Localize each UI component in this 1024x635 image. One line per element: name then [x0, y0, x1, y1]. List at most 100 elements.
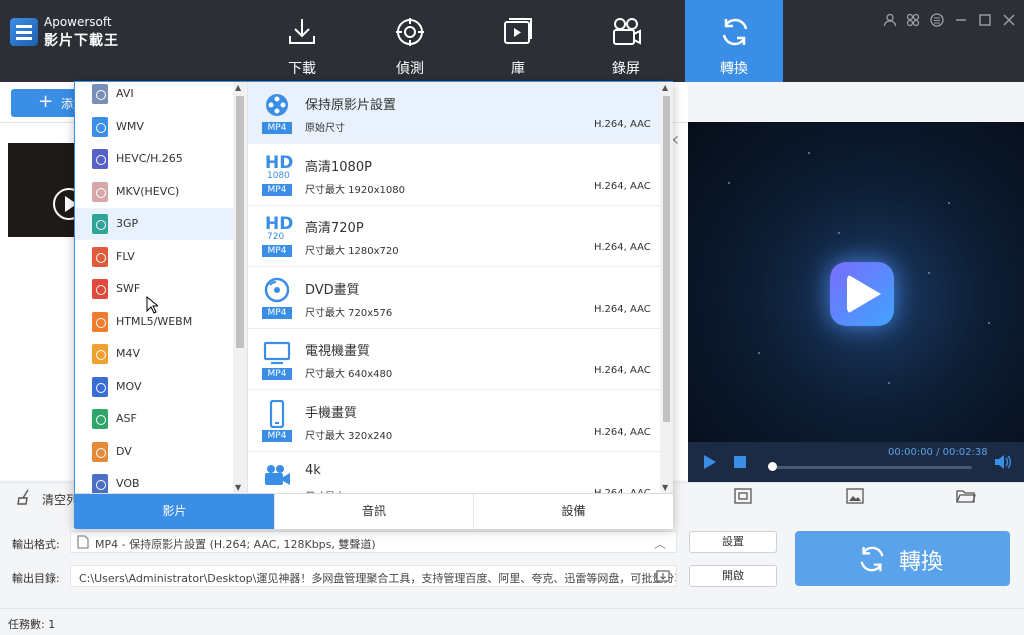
format-item[interactable]: FLV — [75, 241, 233, 273]
format-label: VOB — [116, 477, 140, 490]
maximize-icon[interactable] — [978, 13, 992, 31]
menu-icon[interactable] — [930, 13, 944, 31]
format-item[interactable]: AVI — [75, 82, 233, 110]
preview-tools — [688, 482, 1024, 512]
format-item[interactable]: VOB — [75, 468, 233, 493]
preset-size: 尺寸最大 1920x1080 — [305, 184, 405, 196]
mp4-badge: MP4 — [262, 183, 292, 196]
brand-name: Apowersoft — [44, 15, 112, 29]
mp4-badge: MP4 — [262, 429, 292, 442]
format-item[interactable]: HEVC/H.265 — [75, 143, 233, 175]
seek-bar[interactable] — [770, 466, 972, 469]
broom-icon[interactable] — [16, 489, 34, 508]
seek-handle[interactable] — [768, 462, 777, 471]
hd-resolution: 1080 — [267, 170, 290, 181]
format-file-icon — [92, 376, 108, 397]
preset-codec: H.264, AAC — [594, 180, 651, 192]
tab-device[interactable]: 設備 — [473, 494, 673, 529]
format-item[interactable]: ASF — [75, 403, 233, 435]
folder-icon[interactable] — [956, 488, 976, 507]
preset-size: 原始尺寸 — [305, 123, 345, 134]
player-controls: 00:00:00 / 00:02:38 — [688, 442, 1024, 482]
settings-icon[interactable] — [906, 13, 920, 31]
volume-icon[interactable] — [993, 454, 1011, 473]
preview-play-icon[interactable] — [830, 262, 894, 326]
user-icon[interactable] — [883, 13, 897, 31]
output-format-select[interactable]: MP4 - 保持原影片設置 (H.264; AAC, 128Kbps, 雙聲道)… — [70, 531, 677, 553]
scrollbar-thumb[interactable] — [236, 96, 244, 348]
scroll-down-icon[interactable]: ▼ — [235, 483, 241, 492]
hd-label: HD — [265, 152, 294, 173]
minimize-icon[interactable] — [954, 13, 968, 31]
dvd-icon: MP4 — [262, 277, 292, 319]
format-item[interactable]: DV — [75, 436, 233, 468]
preset-item[interactable]: HD 720 MP4 高清720P 尺寸最大 1280x720 H.264, AAC — [248, 205, 660, 267]
preset-item[interactable]: 4k尺寸最大 4096x2160H.264, AAC — [248, 451, 660, 493]
preset-codec: H.264, AAC — [594, 242, 651, 253]
format-label: MKV(HEVC) — [116, 184, 180, 198]
scroll-up-icon[interactable]: ▲ — [662, 83, 668, 92]
format-file-icon — [92, 474, 108, 493]
chevron-up-icon[interactable]: ︿ — [654, 535, 666, 552]
nav-tab-download[interactable]: 下載 — [252, 0, 352, 82]
convert-button[interactable]: 轉換 — [795, 531, 1010, 586]
open-folder-button[interactable]: 開啟 — [689, 565, 777, 587]
format-label: AVI — [116, 87, 134, 100]
film-reel-icon: MP4 — [262, 92, 292, 134]
preset-item[interactable]: MP4 電視機畫質 尺寸最大 640x480 H.264, AAC — [248, 328, 660, 390]
tab-audio[interactable]: 音訊 — [274, 494, 473, 529]
scrollbar-thumb[interactable] — [663, 96, 670, 422]
output-directory-field[interactable]: C:\Users\Administrator\Desktop\運见神器！多网盘管… — [70, 565, 677, 587]
close-icon[interactable] — [1002, 13, 1016, 31]
format-list-scrollbar[interactable]: ▲ ▼ — [233, 82, 247, 493]
screenshot-icon[interactable] — [734, 488, 752, 507]
output-format-label: 輸出格式: — [12, 538, 60, 551]
format-item[interactable]: WMV — [75, 111, 233, 143]
format-label: SWF — [116, 282, 141, 295]
tv-icon: MP4 — [262, 338, 292, 380]
format-item[interactable]: MKV(HEVC) — [75, 176, 233, 208]
nav-tab-detect[interactable]: 偵測 — [360, 0, 460, 82]
preset-list-scrollbar[interactable]: ▲ ▼ — [660, 82, 673, 493]
format-file-icon — [92, 149, 108, 169]
stop-icon[interactable] — [734, 456, 746, 468]
format-file-icon — [92, 214, 108, 234]
preset-item[interactable]: MP4 保持原影片設置 原始尺寸 H.264, AAC — [248, 82, 660, 144]
preset-item[interactable]: MP4 DVD畫質 尺寸最大 720x576 H.264, AAC — [248, 267, 660, 329]
format-label: FLV — [116, 249, 135, 263]
image-icon[interactable] — [846, 488, 864, 507]
nav-tab-library[interactable]: 庫 — [468, 0, 568, 82]
convert-label: 轉換 — [899, 550, 944, 575]
nav-tab-convert[interactable]: 轉換 — [685, 0, 783, 82]
format-file-icon — [92, 409, 108, 429]
format-item[interactable]: MOV — [75, 371, 233, 403]
preset-item[interactable]: HD 1080 MP4 高清1080P 尺寸最大 1920x1080 H.264, AAC — [248, 144, 660, 206]
format-item[interactable]: M4V — [75, 338, 233, 370]
phone-icon: MP4 — [262, 399, 292, 442]
folder-open-icon[interactable] — [656, 569, 670, 586]
scroll-down-icon[interactable]: ▼ — [662, 483, 668, 492]
format-file-icon — [92, 116, 108, 137]
preset-name: 手機畫質 — [305, 405, 358, 421]
format-label: 3GP — [116, 217, 139, 230]
format-file-icon — [92, 279, 108, 299]
scroll-up-icon[interactable]: ▲ — [235, 83, 241, 92]
preset-item[interactable]: MP4 手機畫質 尺寸最大 320x240 H.264, AAC — [248, 390, 660, 452]
status-bar: 任務數: 1 — [0, 608, 1024, 635]
format-item[interactable]: 3GP — [75, 208, 233, 240]
nav-tab-record[interactable]: 錄屏 — [576, 0, 676, 82]
clear-list-button[interactable]: 清空列 — [42, 491, 78, 508]
settings-button[interactable]: 設置 — [689, 531, 777, 553]
preset-size: 尺寸最大 640x480 — [305, 369, 393, 380]
task-count: 任務數: 1 — [8, 618, 56, 631]
hd-label: HD — [265, 214, 294, 234]
hd-720-icon: HD 720 MP4 — [262, 214, 294, 257]
format-file-icon — [92, 311, 108, 332]
mp4-badge: MP4 — [262, 306, 292, 319]
video-thumbnail[interactable] — [8, 143, 85, 237]
preset-codec: H.264, AAC — [594, 119, 651, 130]
tab-video[interactable]: 影片 — [75, 494, 274, 529]
output-format-value: MP4 - 保持原影片設置 (H.264; AAC, 128Kbps, 雙聲道) — [95, 538, 376, 551]
nav-tab-label: 庫 — [511, 61, 525, 77]
play-icon[interactable] — [704, 455, 716, 469]
